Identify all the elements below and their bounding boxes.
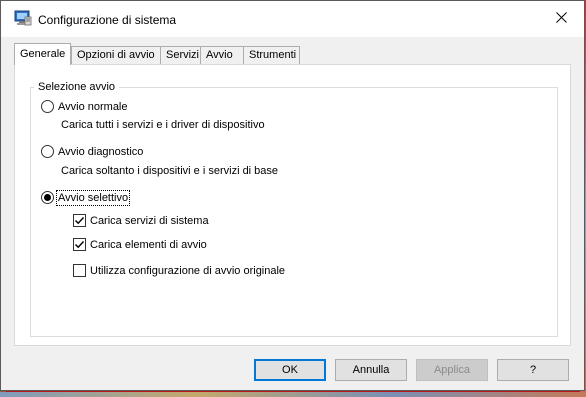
apply-button[interactable]: Applica: [416, 359, 488, 381]
radio-label: Avvio diagnostico: [58, 145, 144, 158]
radio-button[interactable]: [41, 145, 54, 158]
radio-diagnostic-startup[interactable]: Avvio diagnostico: [41, 145, 143, 158]
checkbox-checked[interactable]: [73, 238, 86, 251]
radio-label: Avvio normale: [58, 100, 128, 113]
checkbox-label: Utilizza configurazione di avvio origina…: [90, 264, 286, 277]
close-icon: [555, 12, 567, 26]
checkbox-label: Carica servizi di sistema: [90, 214, 209, 227]
checkmark-icon: [75, 217, 85, 225]
checkbox-load-system-services[interactable]: Carica servizi di sistema: [73, 214, 209, 227]
desktop-background-bottom: [0, 392, 586, 397]
tab-avvio[interactable]: Avvio: [200, 46, 244, 64]
group-title: Selezione avvio: [34, 81, 120, 93]
option-description: Carica tutti i servizi e i driver di dis…: [61, 119, 265, 131]
general-tab-panel: Selezione avvio Avvio normale Carica tut…: [14, 64, 571, 346]
tab-strumenti[interactable]: Strumenti: [243, 46, 300, 64]
checkbox-label: Carica elementi di avvio: [90, 238, 207, 251]
radio-normal-startup[interactable]: Avvio normale: [41, 100, 128, 113]
msconfig-icon: [14, 10, 32, 26]
radio-button[interactable]: [41, 100, 54, 113]
radio-selective-startup[interactable]: Avvio selettivo: [41, 189, 131, 206]
tab-opzioni-di-avvio[interactable]: Opzioni di avvio: [71, 46, 161, 64]
close-button[interactable]: [538, 1, 584, 37]
ok-button[interactable]: OK: [254, 359, 326, 381]
checkbox-use-original-boot-config[interactable]: Utilizza configurazione di avvio origina…: [73, 264, 285, 277]
window-title: Configurazione di sistema: [38, 13, 177, 27]
tab-servizi[interactable]: Servizi: [160, 46, 201, 64]
option-description: Carica soltanto i dispositivi e i serviz…: [61, 165, 279, 177]
checkbox-unchecked[interactable]: [73, 264, 86, 277]
checkbox-checked[interactable]: [73, 214, 86, 227]
tab-generale[interactable]: Generale: [14, 43, 71, 65]
cancel-button[interactable]: Annulla: [335, 359, 407, 381]
radio-label: Avvio selettivo: [55, 189, 131, 206]
checkbox-load-startup-items[interactable]: Carica elementi di avvio: [73, 238, 207, 251]
radio-button-selected[interactable]: [41, 191, 54, 204]
help-button[interactable]: ?: [497, 359, 569, 381]
checkmark-icon: [75, 241, 85, 249]
title-bar[interactable]: Configurazione di sistema: [1, 1, 584, 37]
system-configuration-dialog: Configurazione di sistema Generale Opzio…: [0, 0, 585, 391]
